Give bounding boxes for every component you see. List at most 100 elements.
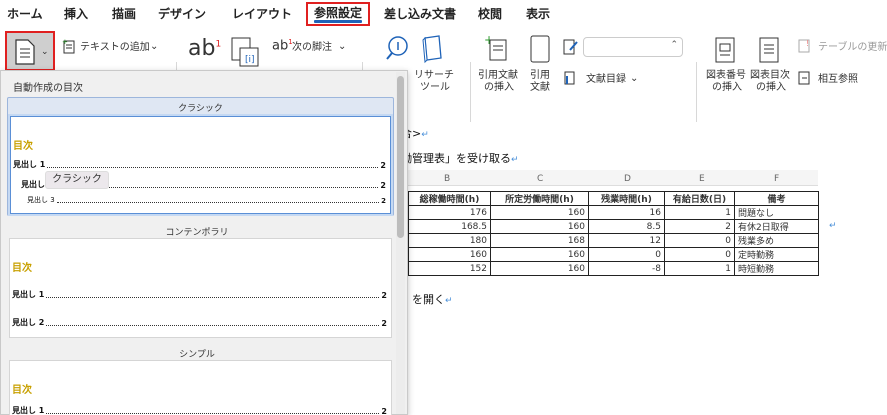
toc-style-simple[interactable]: 目次 見出し 1 2 [9, 360, 392, 415]
tab-draw[interactable]: 描画 [112, 5, 136, 22]
tab-insert[interactable]: 挿入 [64, 5, 88, 22]
table-cell: 有休2日取得 [734, 219, 819, 234]
svg-text:+: + [62, 38, 68, 46]
gallery-header: 自動作成の目次 [13, 83, 83, 94]
toc-preview-title: 目次 [12, 385, 32, 396]
table-cell: 8.5 [588, 219, 665, 234]
insert-caption-label-1: 図表番号 [706, 70, 746, 81]
toc-preview-entry: 見出し 1 2 [13, 159, 386, 170]
sheet-column-header-bar [408, 170, 818, 186]
column-letter: E [699, 174, 705, 184]
table-header-cell: 総稼働時間(h) [408, 191, 491, 206]
toc-entry-page: 2 [381, 319, 387, 328]
active-tab-underline [314, 20, 363, 23]
table-header-row: 総稼働時間(h) 所定労働時間(h) 残業時間(h) 有給日数(日) 備考 [408, 191, 819, 206]
hover-tooltip: クラシック [45, 171, 109, 189]
insert-caption-icon[interactable] [714, 36, 736, 64]
divider [696, 62, 697, 122]
paragraph-mark-icon: ↵ [445, 296, 453, 306]
table-row: 152 160 -8 1 時短勤務 [408, 261, 819, 276]
table-header-cell: 有給日数(日) [664, 191, 735, 206]
table-cell: 180 [408, 233, 491, 248]
citation-book-icon[interactable] [528, 34, 552, 64]
toc-entry-label: 見出し 1 [13, 160, 46, 169]
manage-sources-icon[interactable] [563, 38, 579, 56]
table-of-contents-button[interactable]: ⌄ [5, 31, 55, 71]
table-cell: 176 [408, 205, 491, 220]
doc-line-3: 」を開く↵ [401, 291, 453, 307]
tab-home[interactable]: ホーム [7, 5, 43, 22]
update-table-button[interactable]: テーブルの更新 [818, 42, 887, 54]
divider [470, 62, 471, 122]
add-text-icon: + [62, 38, 75, 54]
table-header-cell: 所定労働時間(h) [490, 191, 589, 206]
chevron-down-icon: ⌄ [630, 73, 639, 84]
research-tool-label-1: リサーチ [414, 70, 454, 81]
tab-layout[interactable]: レイアウト [232, 5, 292, 22]
bibliography-icon [564, 71, 575, 85]
table-cell: 160 [490, 219, 589, 234]
insert-table-of-figures-icon[interactable] [758, 36, 780, 64]
researcher-icon[interactable] [420, 34, 446, 64]
toc-preview-entry: 見出し 3 2 [27, 195, 386, 205]
citation-style-select[interactable]: ⌃ [583, 37, 683, 57]
doc-line-2-text: 働管理表」を受け取る [401, 152, 511, 165]
paragraph-mark-icon: ↵ [829, 221, 837, 231]
toc-style-classic[interactable]: クラシック 目次 見出し 12 見出し 22 見出し 32 [7, 97, 394, 216]
table-cell: 0 [664, 233, 735, 248]
toc-entry-label: 見出し 3 [27, 196, 55, 204]
update-table-icon: ! [798, 39, 810, 53]
dot-leader [46, 325, 380, 326]
paragraph-mark-icon: ↵ [421, 130, 429, 140]
toc-entry-label: 見出し 2 [12, 318, 45, 327]
table-cell: 問題なし [734, 205, 819, 220]
document-toc-icon [15, 39, 35, 65]
bibliography-button[interactable]: 文献目録 [586, 74, 626, 86]
table-row: 180 168 12 0 残業多め [408, 233, 819, 248]
next-footnote-button[interactable]: 次の脚注 [292, 42, 332, 54]
citation-label-1: 引用 [530, 70, 550, 81]
insert-endnote-icon[interactable]: [i] [230, 36, 260, 68]
toc-preview-entry: 見出し 1 2 [12, 289, 387, 300]
insert-citation-label-1: 引用文献 [478, 70, 518, 81]
tab-mailings[interactable]: 差し込み文書 [384, 5, 456, 22]
table-cell: 16 [588, 205, 665, 220]
tab-view[interactable]: 表示 [526, 5, 550, 22]
tab-references[interactable]: 参照設定 [306, 2, 371, 26]
tab-review[interactable]: 校閲 [478, 5, 502, 22]
table-cell: 時短勤務 [734, 261, 819, 276]
toc-style-name: クラシック [178, 104, 223, 114]
insert-footnote-icon[interactable]: ab1 [188, 36, 221, 61]
work-hours-table: 総稼働時間(h) 所定労働時間(h) 残業時間(h) 有給日数(日) 備考 17… [408, 191, 819, 276]
toc-style-name: コンテンポラリ [165, 228, 229, 238]
toc-entry-page: 2 [381, 197, 386, 205]
toc-preview-title: 目次 [13, 141, 33, 152]
svg-text:[i]: [i] [245, 55, 255, 65]
doc-line-2: 働管理表」を受け取る↵ [401, 150, 519, 166]
table-cell: 160 [408, 247, 491, 262]
svg-text:!: ! [806, 39, 809, 48]
chevron-down-icon: ⌄ [338, 41, 347, 52]
panel-scrollbar[interactable] [396, 72, 405, 414]
toc-gallery-panel: 自動作成の目次 クラシック 目次 見出し 1 2 見出し 2 2 見出し 3 2 クラ… [0, 70, 408, 415]
toc-style-contemporary[interactable]: 目次 見出し 1 2 見出し 2 2 [9, 238, 392, 338]
table-cell: 168 [490, 233, 589, 248]
insert-citation-icon[interactable]: + [482, 34, 510, 64]
tab-design[interactable]: デザイン [158, 5, 206, 22]
smart-lookup-icon[interactable] [384, 34, 412, 62]
toc-entry-label: 見出し 1 [12, 290, 45, 299]
toc-style-name: シンプル [179, 350, 215, 360]
dot-leader [46, 297, 380, 298]
table-header-cell: 備考 [734, 191, 819, 206]
dot-leader [56, 202, 380, 203]
next-footnote-icon: ab1 [272, 38, 293, 54]
dot-leader [47, 167, 379, 168]
add-text-button[interactable]: テキストの追加 [80, 42, 150, 54]
table-cell: 定時勤務 [734, 247, 819, 262]
scrollbar-thumb[interactable] [397, 76, 404, 238]
cross-reference-button[interactable]: 相互参照 [818, 74, 858, 86]
paragraph-mark-icon: ↵ [511, 155, 519, 165]
tab-references-label: 参照設定 [314, 6, 363, 20]
column-letter: C [537, 174, 544, 184]
citation-label-2: 文献 [530, 82, 550, 93]
